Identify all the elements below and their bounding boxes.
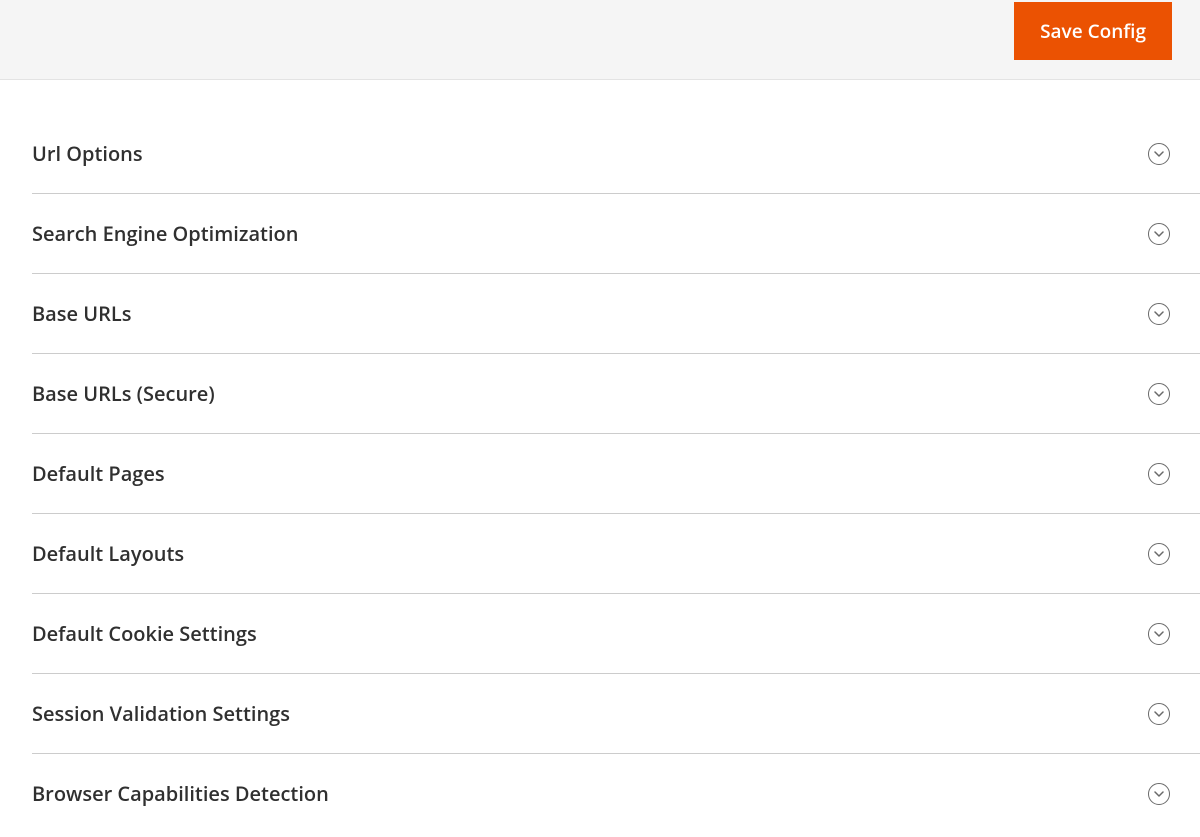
section-browser-capabilities-detection[interactable]: Browser Capabilities Detection xyxy=(32,754,1200,833)
section-title: Url Options xyxy=(32,140,143,167)
section-title: Base URLs (Secure) xyxy=(32,380,215,407)
section-title: Base URLs xyxy=(32,300,131,327)
section-title: Default Pages xyxy=(32,460,165,487)
chevron-down-icon xyxy=(1148,303,1170,325)
section-base-urls-secure[interactable]: Base URLs (Secure) xyxy=(32,354,1200,434)
section-url-options[interactable]: Url Options xyxy=(32,140,1200,194)
section-default-pages[interactable]: Default Pages xyxy=(32,434,1200,514)
chevron-down-icon xyxy=(1148,143,1170,165)
section-title: Search Engine Optimization xyxy=(32,220,298,247)
save-config-button[interactable]: Save Config xyxy=(1014,2,1172,60)
section-title: Browser Capabilities Detection xyxy=(32,780,329,807)
section-default-layouts[interactable]: Default Layouts xyxy=(32,514,1200,594)
section-base-urls[interactable]: Base URLs xyxy=(32,274,1200,354)
chevron-down-icon xyxy=(1148,703,1170,725)
top-toolbar: Save Config xyxy=(0,0,1200,80)
chevron-down-icon xyxy=(1148,383,1170,405)
chevron-down-icon xyxy=(1148,623,1170,645)
chevron-down-icon xyxy=(1148,223,1170,245)
chevron-down-icon xyxy=(1148,543,1170,565)
chevron-down-icon xyxy=(1148,783,1170,805)
section-default-cookie-settings[interactable]: Default Cookie Settings xyxy=(32,594,1200,674)
section-title: Default Cookie Settings xyxy=(32,620,257,647)
section-title: Session Validation Settings xyxy=(32,700,290,727)
chevron-down-icon xyxy=(1148,463,1170,485)
section-search-engine-optimization[interactable]: Search Engine Optimization xyxy=(32,194,1200,274)
config-sections-container: Url Options Search Engine Optimization B… xyxy=(0,140,1200,833)
section-title: Default Layouts xyxy=(32,540,184,567)
section-session-validation-settings[interactable]: Session Validation Settings xyxy=(32,674,1200,754)
